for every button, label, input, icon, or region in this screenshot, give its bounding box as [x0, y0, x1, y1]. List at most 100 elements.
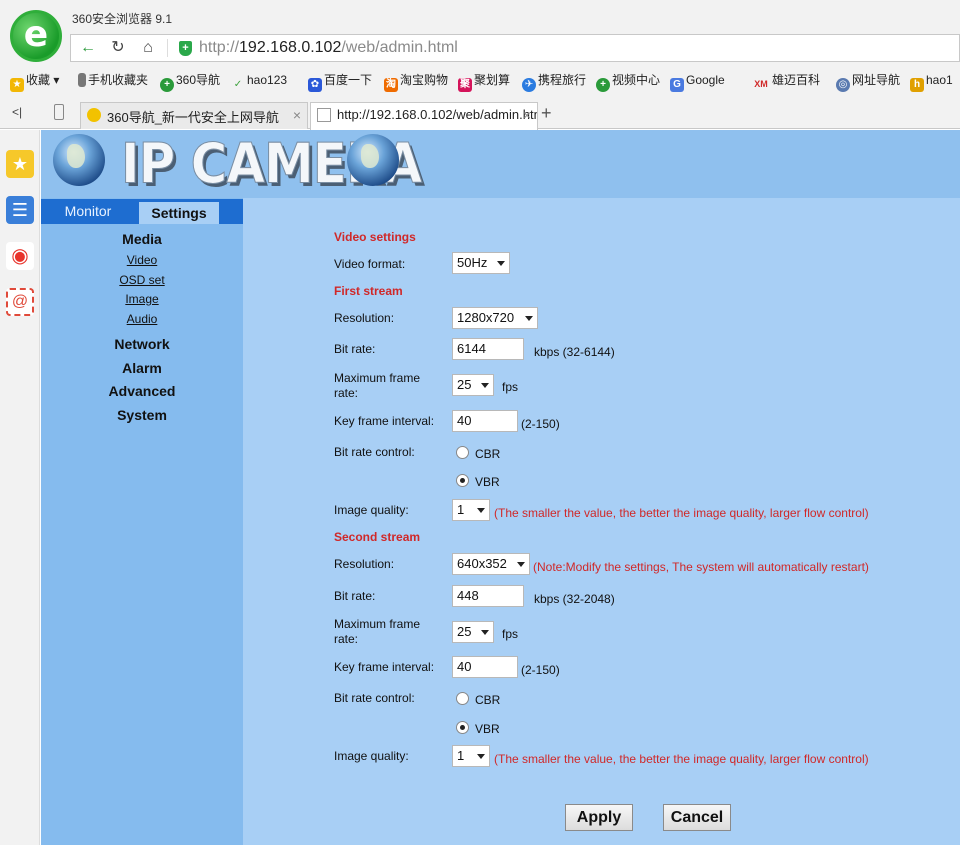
- second-bit-rate-range: kbps (32-2048): [534, 592, 615, 606]
- first-fps-unit: fps: [502, 380, 519, 394]
- news-icon[interactable]: ☰: [6, 196, 34, 224]
- tab-label: http://192.168.0.102/web/admin.html: [337, 107, 538, 122]
- second-key-frame-range: (2-150): [521, 663, 560, 677]
- chevron-down-icon: [481, 383, 489, 388]
- xm-icon: XM: [754, 79, 768, 89]
- second-quality-note: (The smaller the value, the better the i…: [494, 752, 869, 766]
- bookmark-item[interactable]: ✿ 百度一下: [308, 72, 372, 92]
- video-format-select[interactable]: 50Hz: [452, 252, 510, 274]
- bookmark-item[interactable]: ✓ hao123: [231, 72, 287, 92]
- close-icon[interactable]: ×: [523, 107, 531, 123]
- bookmark-item[interactable]: ✈ 携程旅行: [522, 72, 586, 92]
- first-bit-rate-input[interactable]: 6144: [452, 338, 524, 360]
- cancel-button[interactable]: Cancel: [663, 804, 731, 831]
- bookmark-favorites[interactable]: ★ 收藏 ▾: [10, 72, 59, 92]
- second-frame-rate-label-1: Maximum frame: [334, 617, 421, 631]
- bookmark-item[interactable]: G Google: [670, 72, 725, 92]
- browser-sidebar: ★ ☰ ◉ @: [0, 130, 40, 845]
- globe-icon: ◎: [836, 78, 850, 92]
- bookmark-item[interactable]: +360导航: [160, 72, 220, 92]
- second-frame-rate-select[interactable]: 25: [452, 621, 494, 643]
- nav-audio[interactable]: Audio: [41, 312, 243, 326]
- back-arrow-icon[interactable]: ←: [77, 38, 99, 58]
- nav-video[interactable]: Video: [41, 253, 243, 267]
- star-icon: ★: [10, 78, 24, 92]
- plus-icon: +: [596, 78, 610, 92]
- second-stream-title: Second stream: [334, 530, 421, 544]
- url-input[interactable]: http://192.168.0.102/web/admin.html: [199, 38, 458, 58]
- browser-tab-active[interactable]: http://192.168.0.102/web/admin.html ×: [310, 102, 538, 130]
- nav-media[interactable]: Media: [41, 231, 243, 247]
- second-quality-select[interactable]: 1: [452, 745, 490, 767]
- new-tab-icon[interactable]: +: [541, 103, 552, 124]
- first-quality-select[interactable]: 1: [452, 499, 490, 521]
- first-key-frame-input[interactable]: 40: [452, 410, 518, 432]
- second-bit-rate-label: Bit rate:: [334, 589, 376, 603]
- second-resolution-select[interactable]: 640x352: [452, 553, 530, 575]
- globe-icon: [53, 134, 105, 186]
- nav-image[interactable]: Image: [41, 292, 243, 306]
- settings-nav: Monitor Settings Media Video OSD set Ima…: [41, 198, 243, 845]
- address-bar: ← ↻ ⌂ + http://192.168.0.102/web/admin.h…: [70, 34, 960, 62]
- nav-system[interactable]: System: [41, 407, 243, 423]
- bookmark-item[interactable]: h hao1: [910, 72, 953, 92]
- taobao-icon: 淘: [384, 78, 398, 92]
- apply-button[interactable]: Apply: [565, 804, 633, 831]
- nav-advanced[interactable]: Advanced: [41, 383, 243, 399]
- shield-icon: +: [179, 41, 192, 56]
- weibo-icon[interactable]: ◉: [6, 242, 34, 270]
- bookmark-item[interactable]: 手机收藏夹: [78, 72, 148, 88]
- first-cbr-radio[interactable]: [456, 446, 469, 459]
- nav-osd-set[interactable]: OSD set: [41, 273, 243, 287]
- bookmark-item[interactable]: ◎ 网址导航: [836, 72, 900, 92]
- nav-network[interactable]: Network: [41, 336, 243, 352]
- tab-label: 360导航_新一代安全上网导航: [107, 110, 279, 125]
- first-quality-note: (The smaller the value, the better the i…: [494, 506, 869, 520]
- refresh-icon[interactable]: ↻: [107, 38, 129, 58]
- tab-monitor[interactable]: Monitor: [41, 199, 135, 224]
- video-format-label: Video format:: [334, 257, 406, 271]
- first-bit-rate-range: kbps (32-6144): [534, 345, 615, 359]
- second-control-label: Bit rate control:: [334, 691, 415, 705]
- camera-admin-page: IP CAMERA Monitor Settings Media Video O…: [41, 130, 960, 845]
- first-quality-label: Image quality:: [334, 503, 409, 517]
- globe-icon: [347, 134, 399, 186]
- second-resolution-note: (Note:Modify the settings, The system wi…: [533, 560, 869, 574]
- close-icon[interactable]: ×: [293, 107, 301, 123]
- chevron-down-icon: [497, 261, 505, 266]
- bookmark-item[interactable]: + 视频中心: [596, 72, 660, 92]
- first-resolution-select[interactable]: 1280x720: [452, 307, 538, 329]
- chevron-down-icon: [477, 754, 485, 759]
- bookmark-item[interactable]: 聚聚划算: [458, 72, 510, 92]
- tab-settings[interactable]: Settings: [139, 202, 219, 224]
- mail-icon[interactable]: @: [6, 288, 34, 316]
- second-resolution-label: Resolution:: [334, 557, 395, 571]
- mobile-icon[interactable]: [54, 104, 64, 120]
- first-vbr-radio[interactable]: [456, 474, 469, 487]
- second-vbr-radio[interactable]: [456, 721, 469, 734]
- url-prefix: http://: [199, 39, 240, 56]
- first-control-label: Bit rate control:: [334, 445, 415, 459]
- browser-logo: e: [10, 10, 62, 62]
- first-key-frame-range: (2-150): [521, 417, 560, 431]
- page-icon: [317, 108, 331, 122]
- nav-alarm[interactable]: Alarm: [41, 360, 243, 376]
- home-icon[interactable]: ⌂: [137, 38, 159, 58]
- bookmarks-bar: ★ 收藏 ▾ 手机收藏夹 +360导航 ✓ hao123 ✿ 百度一下 淘淘宝购物 聚…: [0, 70, 960, 92]
- chevron-down-icon: [525, 316, 533, 321]
- bookmark-item[interactable]: XM 雄迈百科: [752, 72, 820, 91]
- second-fps-unit: fps: [502, 627, 519, 641]
- browser-tab[interactable]: 360导航_新一代安全上网导航 ×: [80, 102, 308, 129]
- collapse-icon[interactable]: <|: [12, 105, 22, 119]
- second-bit-rate-input[interactable]: 448: [452, 585, 524, 607]
- second-cbr-radio[interactable]: [456, 692, 469, 705]
- star-icon[interactable]: ★: [6, 150, 34, 178]
- bookmark-item[interactable]: 淘淘宝购物: [384, 72, 448, 92]
- first-frame-rate-select[interactable]: 25: [452, 374, 494, 396]
- second-key-frame-input[interactable]: 40: [452, 656, 518, 678]
- phone-icon: [78, 73, 86, 87]
- first-bit-rate-label: Bit rate:: [334, 342, 376, 356]
- first-stream-title: First stream: [334, 284, 403, 298]
- divider: [167, 39, 168, 57]
- browser-title: 360安全浏览器 9.1: [72, 12, 173, 26]
